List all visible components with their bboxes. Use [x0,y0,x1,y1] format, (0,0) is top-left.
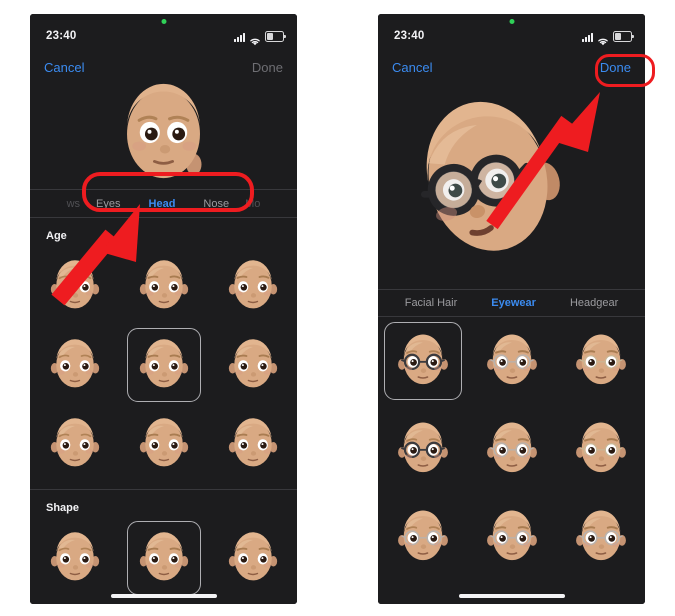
screen-left: 23:40 Cancel Done ws Eyes Head Nose Mo A… [30,14,297,604]
shape-option-3[interactable] [208,518,297,597]
section-title-shape: Shape [46,502,80,514]
done-button[interactable]: Done [252,60,283,75]
screen-right: 23:40 Cancel Done Facial Hair Eyewear He… [378,14,645,604]
battery-icon [265,31,286,42]
green-recording-dot [509,19,514,24]
tab-bar-left: ws Eyes Head Nose Mo [30,190,297,217]
age-option-5[interactable] [119,325,208,404]
age-option-7[interactable] [30,404,119,483]
age-option-1[interactable] [30,246,119,325]
status-icons [234,31,286,46]
eyewear-option-5[interactable] [467,405,556,493]
age-option-4[interactable] [30,325,119,404]
eyewear-option-7[interactable] [378,493,467,581]
status-clock: 23:40 [394,30,425,42]
home-indicator[interactable] [110,594,217,598]
cellular-bars-icon [234,33,245,42]
done-button[interactable]: Done [600,60,631,75]
tab-facial-hair[interactable]: Facial Hair [405,297,458,309]
wifi-icon [597,33,609,46]
battery-icon [613,31,634,42]
eyewear-option-3[interactable] [556,317,645,405]
shape-option-2[interactable] [119,518,208,597]
shape-option-1[interactable] [30,518,119,597]
eyewear-option-6[interactable] [556,405,645,493]
memoji-preview-front[interactable] [30,82,297,182]
tab-eyebrows-partial[interactable]: ws [67,198,80,210]
screenshot-stage: 23:40 Cancel Done ws Eyes Head Nose Mo A… [0,0,675,616]
options-grid-eyewear [378,317,645,581]
tab-head[interactable]: Head [149,198,176,210]
age-option-6[interactable] [208,325,297,404]
status-bar-right: 23:40 [378,14,645,56]
options-grid-shape [30,518,297,597]
nav-bar-right: Cancel Done [378,56,645,84]
status-clock: 23:40 [46,30,77,42]
age-option-9[interactable] [208,404,297,483]
tab-mouth-partial[interactable]: Mo [245,198,260,210]
status-icons [582,31,634,46]
tab-headgear[interactable]: Headgear [570,297,618,309]
age-option-8[interactable] [119,404,208,483]
eyewear-option-9[interactable] [556,493,645,581]
section-title-age: Age [46,230,67,242]
wifi-icon [249,33,261,46]
cancel-button[interactable]: Cancel [44,60,84,75]
age-option-2[interactable] [119,246,208,325]
cancel-button[interactable]: Cancel [392,60,432,75]
phone-left: 23:40 Cancel Done ws Eyes Head Nose Mo A… [30,14,297,604]
eyewear-option-8[interactable] [467,493,556,581]
cellular-bars-icon [582,33,593,42]
options-scroll-right[interactable] [378,317,645,604]
options-grid-age [30,246,297,483]
tab-bar-right: Facial Hair Eyewear Headgear [378,290,645,316]
memoji-preview-glasses[interactable] [378,88,645,268]
green-recording-dot [161,19,166,24]
section-divider [30,489,297,490]
eyewear-option-4[interactable] [378,405,467,493]
phone-right: 23:40 Cancel Done Facial Hair Eyewear He… [378,14,645,604]
tab-eyewear[interactable]: Eyewear [491,297,536,309]
tab-eyes[interactable]: Eyes [96,198,120,210]
options-scroll-left[interactable]: Age Shape [30,218,297,604]
eyewear-option-1[interactable] [378,317,467,405]
age-option-3[interactable] [208,246,297,325]
status-bar-left: 23:40 [30,14,297,56]
home-indicator[interactable] [458,594,565,598]
nav-bar-left: Cancel Done [30,56,297,84]
tab-nose[interactable]: Nose [203,198,229,210]
eyewear-option-2[interactable] [467,317,556,405]
